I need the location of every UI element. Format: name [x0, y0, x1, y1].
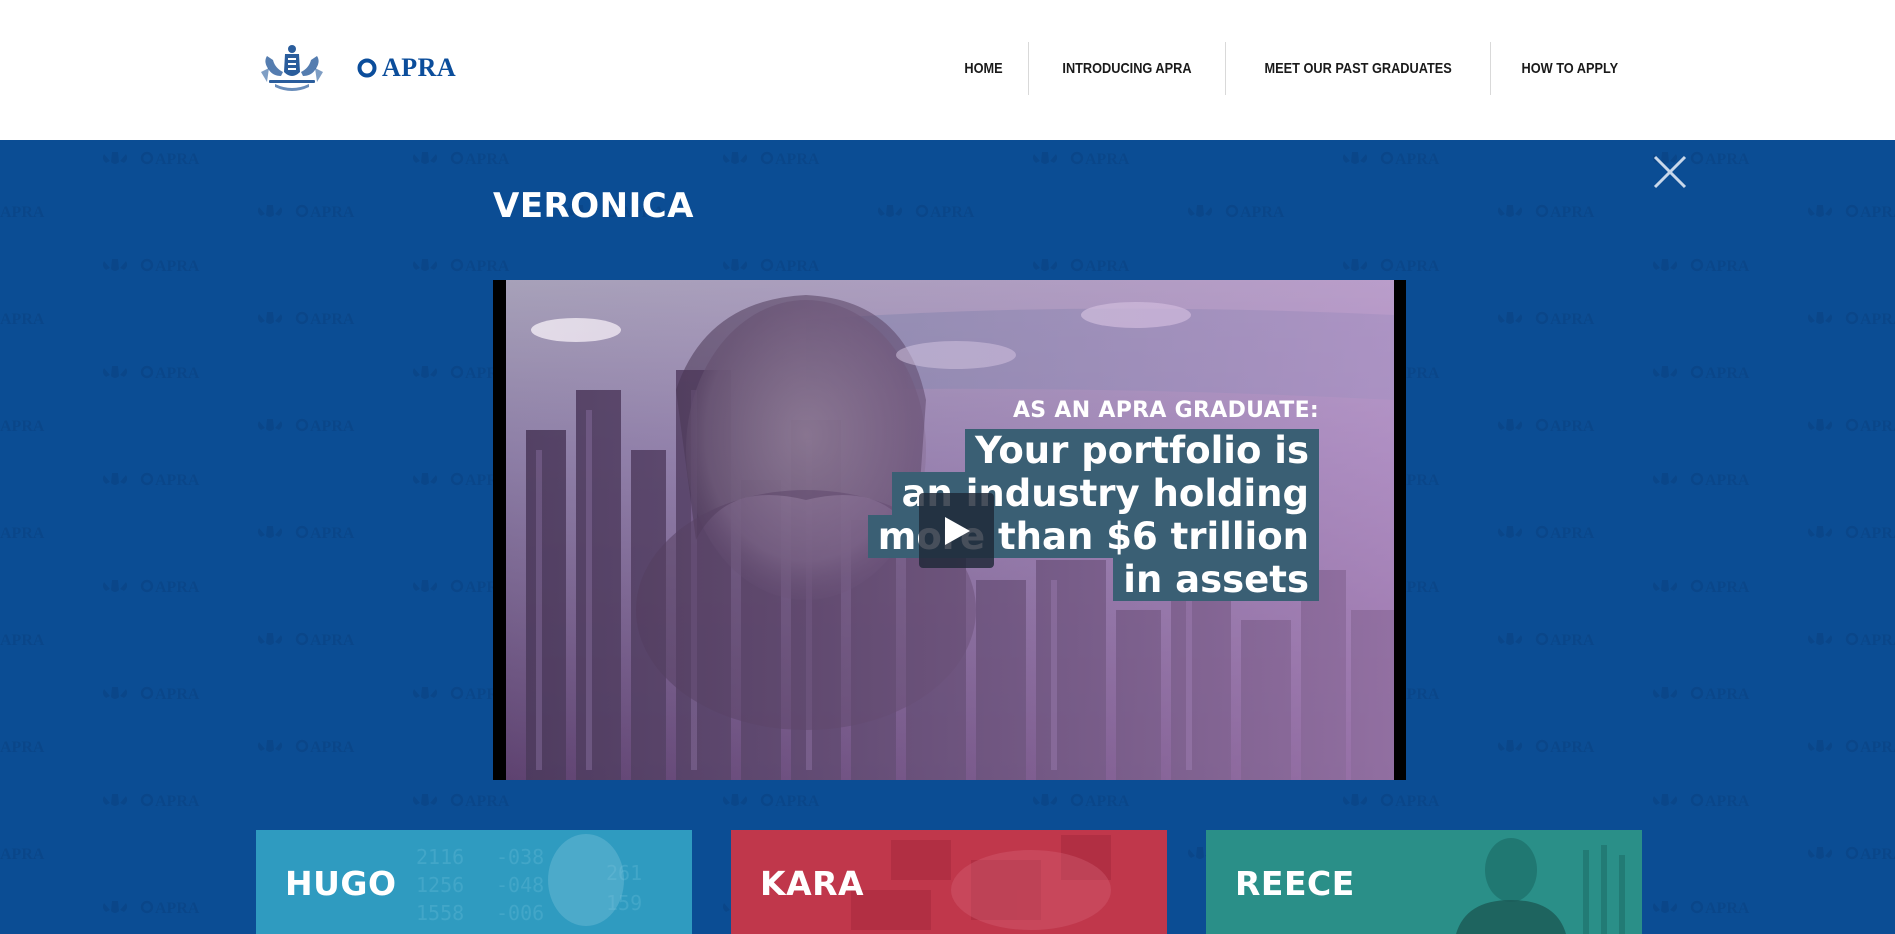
- video-player[interactable]: AS AN APRA GRADUATE: Your portfolio is a…: [493, 280, 1406, 780]
- svg-text:-006: -006: [496, 901, 544, 925]
- nav-divider: [1028, 42, 1030, 95]
- play-button[interactable]: [919, 493, 994, 568]
- apra-ring-icon: [357, 58, 377, 78]
- svg-text:-038: -038: [496, 845, 544, 869]
- caption-line: Your portfolio is: [964, 429, 1319, 472]
- apra-wordmark: APRA: [357, 53, 456, 83]
- nav-how-to-apply[interactable]: HOW TO APPLY: [1503, 42, 1637, 95]
- card-name: KARA: [760, 864, 865, 903]
- svg-text:2116: 2116: [416, 845, 464, 869]
- caption-line: in assets: [1113, 558, 1319, 601]
- site-logo[interactable]: APRA: [255, 42, 456, 94]
- site-header: APRA HOME INTRODUCING APRA MEET OUR PAST…: [0, 0, 1895, 140]
- main-nav: HOME INTRODUCING APRA MEET OUR PAST GRAD…: [939, 42, 1649, 95]
- graduate-card-hugo[interactable]: 2116 -038 1256 -048 1558 -006 261 159 HUGO: [256, 830, 692, 934]
- svg-text:1558: 1558: [416, 901, 464, 925]
- card-name: HUGO: [285, 864, 397, 903]
- apra-logo-text: APRA: [382, 53, 457, 82]
- nav-divider: [1490, 42, 1492, 95]
- nav-introducing-apra[interactable]: INTRODUCING APRA: [1044, 42, 1211, 95]
- graduate-card-reece[interactable]: REECE: [1206, 830, 1642, 934]
- graduate-card-kara[interactable]: KARA: [731, 830, 1167, 934]
- caption-heading: AS AN APRA GRADUATE:: [1012, 398, 1319, 423]
- card-name: REECE: [1235, 864, 1355, 903]
- modal-title: VERONICA: [493, 186, 694, 226]
- nav-divider: [1225, 42, 1227, 95]
- svg-text:-048: -048: [496, 873, 544, 897]
- svg-text:1256: 1256: [416, 873, 464, 897]
- nav-meet-past-graduates[interactable]: MEET OUR PAST GRADUATES: [1246, 42, 1471, 95]
- play-icon: [944, 516, 970, 545]
- nav-home[interactable]: HOME: [946, 42, 1022, 95]
- coat-of-arms-icon: [261, 45, 323, 91]
- close-icon[interactable]: [1652, 154, 1688, 190]
